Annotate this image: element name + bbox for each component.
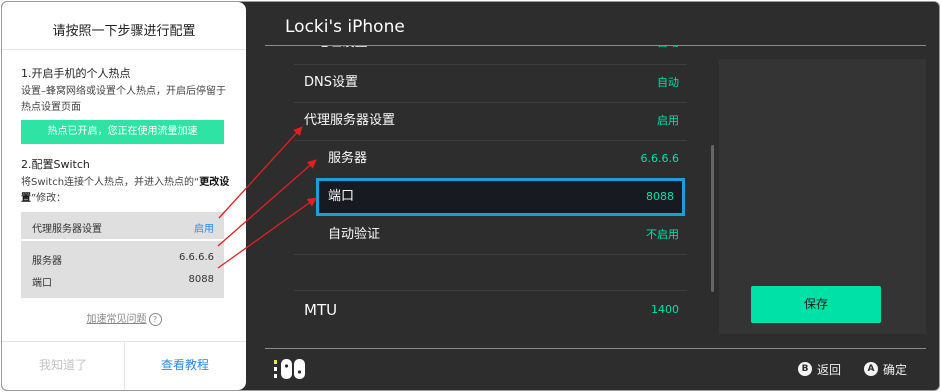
step1-heading: 1.开启手机的个人热点 (21, 67, 131, 80)
proxy-settings-row[interactable]: 代理服务器设置 启用 (294, 102, 687, 141)
proxy-settings-value: 启用 (657, 114, 679, 127)
title-divider (2, 49, 246, 50)
back-label: 返回 (817, 362, 842, 377)
ip-settings-label: IP地址设置 (304, 46, 368, 58)
auto-auth-label: 自动验证 (328, 227, 381, 242)
confirm-button[interactable]: A 确定 (864, 360, 907, 378)
footer-divider (265, 348, 926, 349)
help-icon: ? (148, 312, 162, 326)
example-proxy-value: 启用 (194, 224, 214, 235)
proxy-server-row[interactable]: 服务器 6.6.6.6 (294, 140, 687, 178)
example-port-label: 端口 (32, 278, 52, 289)
step2-heading: 2.配置Switch (21, 158, 90, 171)
faq-link[interactable]: 加速常见问题? (2, 310, 246, 326)
dns-settings-value: 自动 (657, 76, 679, 89)
page-title: Locki's iPhone (285, 17, 405, 37)
mtu-row[interactable]: MTU 1400 (294, 290, 687, 329)
step2-text-a: 将Switch连接个人热点，并进入热点的“ (21, 177, 200, 188)
proxy-server-label: 服务器 (328, 151, 368, 166)
step1-text: 设置–蜂窝网络或设置个人热点，开启后停留于热点设置页面 (21, 86, 226, 113)
confirm-label: 确定 (883, 362, 908, 377)
example-divider (21, 239, 224, 241)
example-server-value: 6.6.6.6 (179, 252, 214, 263)
scrollbar[interactable] (711, 145, 714, 292)
proxy-port-value: 8088 (646, 190, 674, 203)
a-button-icon: A (864, 362, 878, 376)
joycon-icon (274, 359, 305, 379)
view-tutorial-button[interactable]: 查看教程 (124, 356, 246, 373)
example-proxy-label: 代理服务器设置 (32, 224, 102, 235)
instruction-panel: 请按照一下步骤进行配置 1.开启手机的个人热点 设置–蜂窝网络或设置个人热点，开… (2, 2, 246, 390)
mtu-value: 1400 (651, 303, 679, 316)
step2-text-b: ”修改： (31, 193, 67, 204)
ip-settings-row[interactable]: IP地址设置 自动 (294, 46, 687, 65)
got-it-button[interactable]: 我知道了 (2, 356, 124, 373)
dns-settings-row[interactable]: DNS设置 自动 (294, 64, 687, 103)
hotspot-status-banner: 热点已开启，您正在使用流量加速 (21, 120, 224, 144)
settings-list: IP地址设置 自动 DNS设置 自动 代理服务器设置 启用 服务器 6.6.6.… (294, 46, 687, 329)
dns-settings-label: DNS设置 (304, 75, 358, 90)
mtu-label: MTU (304, 301, 338, 319)
proxy-port-row[interactable]: 端口 8088 (316, 178, 685, 216)
step2-text: 将Switch连接个人热点，并进入热点的“更改设置”修改： (21, 175, 231, 207)
auto-auth-value: 不启用 (646, 228, 679, 241)
auto-auth-row[interactable]: 自动验证 不启用 (294, 216, 687, 255)
proxy-server-value: 6.6.6.6 (640, 152, 679, 165)
back-button[interactable]: B 返回 (798, 360, 841, 378)
b-button-icon: B (798, 362, 812, 376)
example-server-label: 服务器 (32, 256, 62, 267)
ip-settings-value: 自动 (657, 46, 679, 58)
proxy-port-label: 端口 (328, 189, 355, 204)
example-port-value: 8088 (188, 274, 214, 285)
instruction-title: 请按照一下步骤进行配置 (52, 24, 196, 39)
faq-label: 加速常见问题 (86, 314, 147, 325)
save-button[interactable]: 保存 (751, 286, 881, 323)
settings-example: 代理服务器设置 启用 服务器 6.6.6.6 端口 8088 (21, 212, 224, 298)
screenshot-frame: Locki's iPhone IP地址设置 自动 DNS设置 自动 代理服务器设… (1, 1, 940, 391)
proxy-settings-label: 代理服务器设置 (304, 113, 396, 128)
